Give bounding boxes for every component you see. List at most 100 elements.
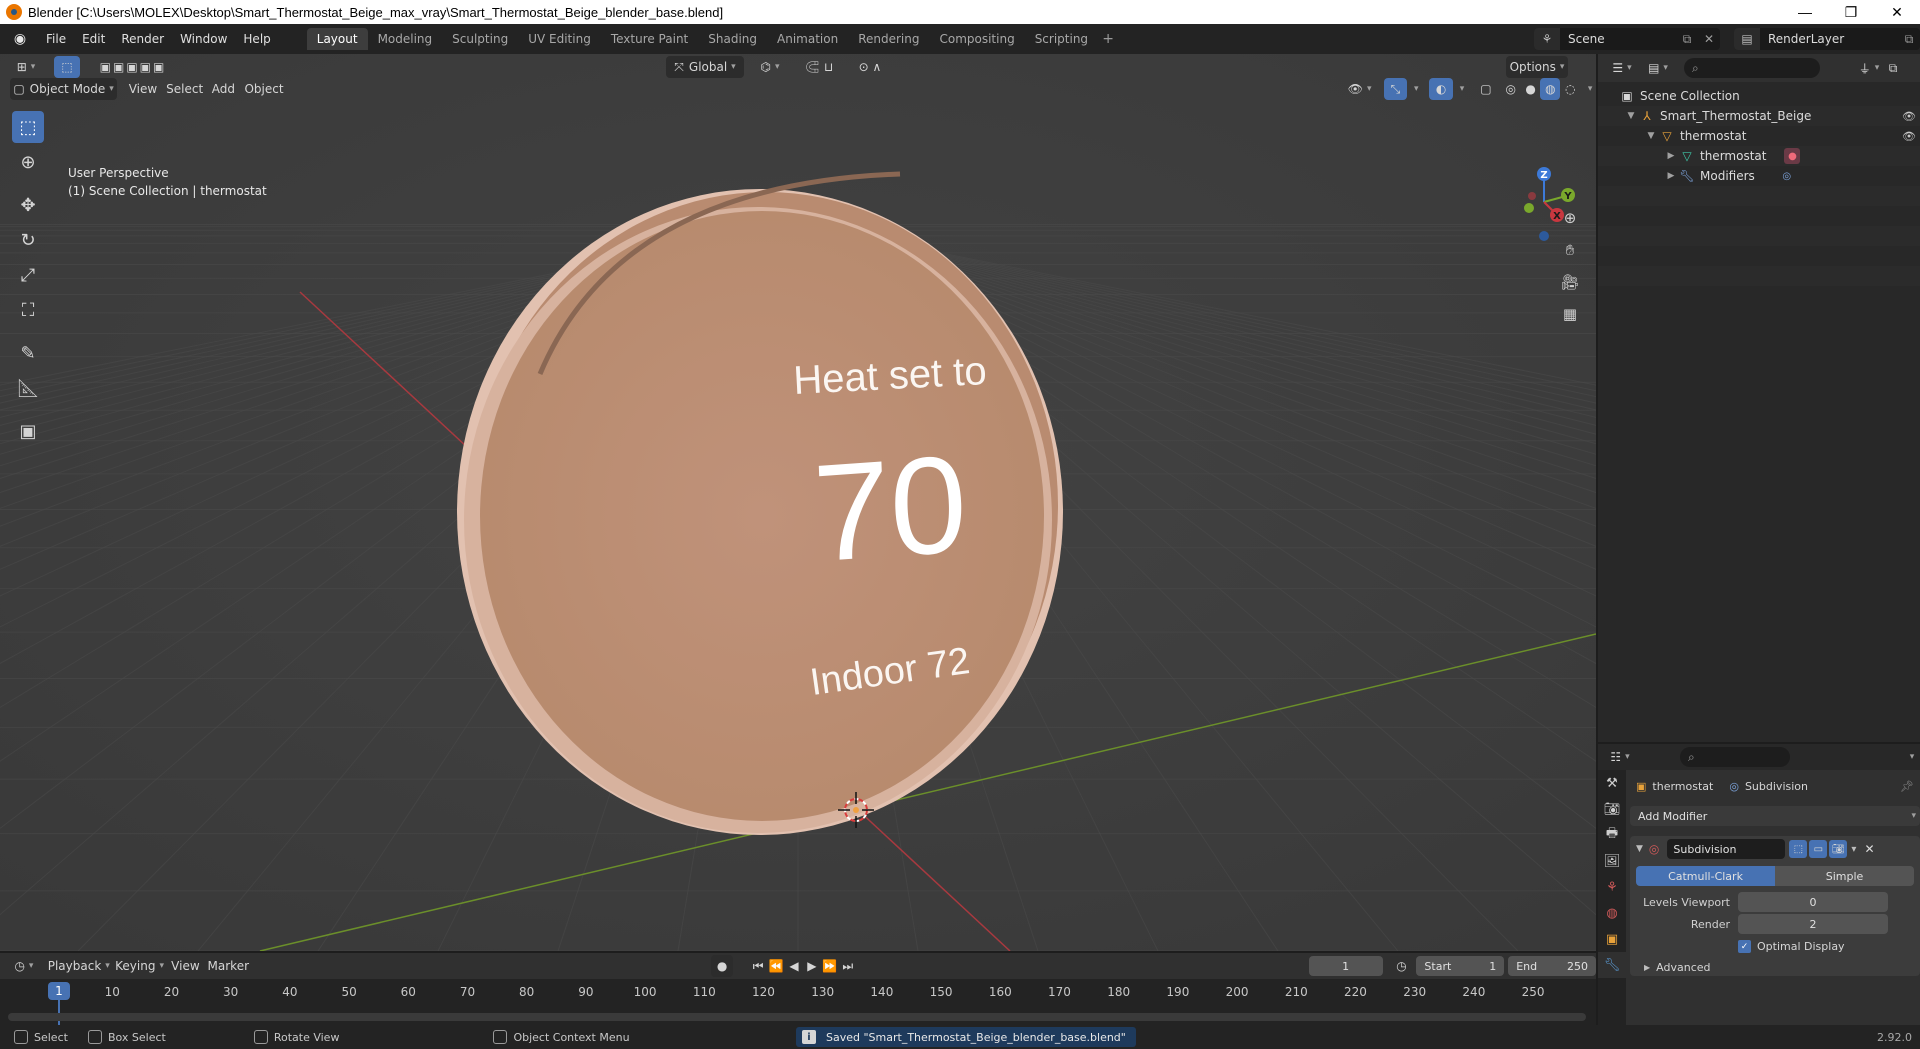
render-levels-field[interactable]: 2 [1738, 914, 1888, 934]
xray-icon[interactable]: ▢ [1475, 78, 1497, 100]
start-frame-field[interactable]: Start 1 [1416, 956, 1505, 976]
rendered-shading-icon[interactable]: ◌ [1560, 78, 1580, 100]
timeline-view-menu[interactable]: View [167, 955, 203, 977]
delete-scene-icon[interactable]: ✕ [1698, 28, 1720, 50]
minimize-button[interactable]: — [1782, 0, 1828, 24]
jump-end-icon[interactable]: ⏭ [839, 955, 857, 977]
annotate-tool-icon[interactable]: ✎ [12, 337, 44, 369]
play-reverse-icon[interactable]: ◀ [785, 955, 803, 977]
outliner-row-scene-collection[interactable]: ▣ Scene Collection [1598, 86, 1920, 106]
menu-window[interactable]: Window [172, 28, 235, 50]
object-menu[interactable]: Object [240, 78, 288, 100]
shading-dropdown-icon[interactable]: ▾ [1580, 78, 1596, 100]
properties-search-input[interactable]: ⌕ [1680, 747, 1790, 767]
playhead-frame-label[interactable]: 1 [48, 982, 70, 1000]
tab-uv-editing[interactable]: UV Editing [518, 28, 601, 50]
wireframe-shading-icon[interactable]: ◎ [1501, 78, 1521, 100]
auto-keying-icon[interactable]: ● [711, 955, 734, 977]
simple-tab[interactable]: Simple [1775, 866, 1914, 886]
selection-mode-icons[interactable]: ▣▣▣▣▣ [88, 56, 178, 78]
overlay-toggle-icon[interactable]: ◐ [1429, 78, 1454, 100]
cursor-tool-icon[interactable]: ⊕ [12, 146, 44, 178]
tab-sculpting[interactable]: Sculpting [442, 28, 518, 50]
next-keyframe-icon[interactable]: ⏩ [821, 955, 839, 977]
material-shading-icon[interactable]: ◍ [1540, 78, 1561, 100]
camera-view-icon[interactable]: 🎥︎ [1556, 268, 1584, 296]
new-scene-icon[interactable]: ⧉ [1676, 28, 1698, 50]
visibility-icon[interactable]: 👁︎ ▾ [1344, 78, 1376, 100]
prev-keyframe-icon[interactable]: ⏪ [767, 955, 785, 977]
add-workspace-icon[interactable]: + [1098, 28, 1118, 50]
display-mode-icon[interactable]: ▤ ▾ [1642, 57, 1674, 79]
select-box-tool-icon[interactable]: ⬚ [12, 111, 44, 143]
options-dropdown[interactable]: Options ▾ [1506, 56, 1568, 78]
pan-hand-icon[interactable]: ✋︎ [1556, 236, 1584, 264]
pin-icon[interactable]: 📌︎ [1900, 780, 1914, 793]
solid-shading-icon[interactable]: ● [1521, 78, 1541, 100]
outliner-row-modifiers[interactable]: ▶ 🔧︎ Modifiers ◎ [1598, 166, 1920, 186]
visibility-eye-icon[interactable]: 👁︎ [1902, 110, 1916, 123]
transform-tool-icon[interactable]: ⛶ [12, 294, 44, 326]
select-mode-icon[interactable]: ⬚ [54, 56, 80, 78]
subdivision-modifier-icon[interactable]: ◎ [1779, 168, 1795, 184]
tab-shading[interactable]: Shading [698, 28, 767, 50]
menu-edit[interactable]: Edit [74, 28, 113, 50]
expand-arrow-icon[interactable]: ▶ [1664, 171, 1678, 181]
timeline-scrollbar[interactable] [8, 1013, 1586, 1021]
play-icon[interactable]: ▶ [803, 955, 821, 977]
proportional-edit-icon[interactable]: ⊙ ∧ [850, 56, 890, 78]
object-tab-icon[interactable]: ▣ [1598, 926, 1626, 952]
gizmo-dropdown-icon[interactable]: ▾ [1407, 78, 1421, 100]
tool-tab-icon[interactable]: ⚒ [1598, 770, 1626, 796]
outliner-row-object[interactable]: ▼ ▽ thermostat 👁︎ [1598, 126, 1920, 146]
visibility-eye-icon[interactable]: 👁︎ [1902, 130, 1916, 143]
view-layer-selector[interactable]: ▤ RenderLayer ⧉ [1734, 28, 1920, 50]
expand-arrow-icon[interactable]: ▼ [1644, 131, 1658, 141]
advanced-subpanel[interactable]: ▶ Advanced [1644, 961, 1920, 974]
measure-tool-icon[interactable]: 📐︎ [12, 372, 44, 404]
marker-menu[interactable]: Marker [203, 955, 253, 977]
gizmo-toggle-icon[interactable]: ⤡ [1383, 78, 1408, 100]
pivot-point-icon[interactable]: ⌬ ▾ [752, 56, 788, 78]
tab-modeling[interactable]: Modeling [368, 28, 443, 50]
output-tab-icon[interactable]: 🖶︎ [1598, 822, 1626, 848]
catmull-clark-tab[interactable]: Catmull-Clark [1636, 866, 1775, 886]
expand-arrow-icon[interactable]: ▼ [1624, 111, 1638, 121]
blender-logo-icon[interactable]: ◉ [10, 29, 30, 49]
close-window-button[interactable]: ✕ [1874, 0, 1920, 24]
tab-scripting[interactable]: Scripting [1025, 28, 1098, 50]
collapse-arrow-icon[interactable]: ▼ [1636, 844, 1643, 854]
modifier-tab-icon[interactable]: 🔧︎ [1598, 952, 1626, 978]
current-frame-field[interactable]: 1 [1308, 956, 1383, 976]
properties-editor-type-icon[interactable]: ☷ ▾ [1604, 746, 1636, 768]
remove-modifier-icon[interactable]: ✕ [1864, 842, 1874, 856]
world-tab-icon[interactable]: ◍ [1598, 900, 1626, 926]
move-tool-icon[interactable]: ✥ [12, 189, 44, 221]
view-layer-tab-icon[interactable]: 🖼︎ [1598, 848, 1626, 874]
add-cube-tool-icon[interactable]: ▣ [12, 415, 44, 447]
filter-icon[interactable]: ⏚ ▾ [1854, 57, 1884, 79]
tab-layout[interactable]: Layout [306, 28, 368, 50]
outliner-search-input[interactable]: ⌕ [1684, 58, 1820, 78]
timeline-editor-type-icon[interactable]: ◷ ▾ [8, 955, 40, 977]
tab-texture-paint[interactable]: Texture Paint [601, 28, 698, 50]
tab-animation[interactable]: Animation [767, 28, 848, 50]
optimal-display-row[interactable]: ✓ Optimal Display [1738, 940, 1920, 953]
properties-options-icon[interactable]: ▾ [1902, 746, 1918, 768]
select-menu[interactable]: Select [163, 78, 207, 100]
saved-notification[interactable]: i Saved "Smart_Thermostat_Beige_blender_… [796, 1027, 1136, 1047]
new-collection-icon[interactable]: ⧉ [1884, 57, 1902, 79]
scene-selector[interactable]: ⚘ Scene ⧉ ✕ [1534, 28, 1720, 50]
outliner-row-mesh[interactable]: ▶ ▽ thermostat ● [1598, 146, 1920, 166]
scale-tool-icon[interactable]: ⤢ [12, 259, 44, 291]
snap-icon[interactable]: 🧲︎ ⊔ [794, 56, 844, 78]
end-frame-field[interactable]: End 250 [1508, 956, 1596, 976]
add-menu[interactable]: Add [206, 78, 240, 100]
tab-rendering[interactable]: Rendering [848, 28, 929, 50]
timeline-ruler[interactable]: 1 10 20 30 40 50 60 70 80 90 100 110 120 130 140 150 16… [0, 979, 1596, 1025]
material-icon[interactable]: ● [1784, 148, 1801, 164]
menu-help[interactable]: Help [235, 28, 278, 50]
edit-mode-toggle-icon[interactable]: ⬚ [1789, 840, 1808, 858]
preview-range-icon[interactable]: ◷ [1391, 955, 1413, 977]
outliner-editor-type-icon[interactable]: ☰ ▾ [1606, 57, 1638, 79]
